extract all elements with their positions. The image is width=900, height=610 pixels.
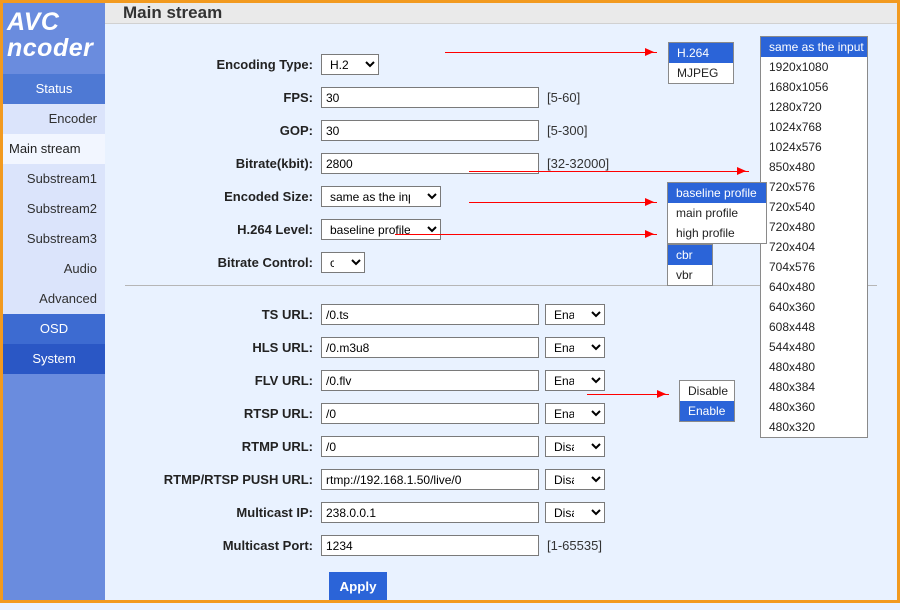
opt-size-13[interactable]: 640x360 <box>761 297 867 317</box>
arrow-icon <box>469 202 657 203</box>
rtsp-enable-select[interactable]: Enable <box>545 403 605 424</box>
sidebar-item-sub3[interactable]: Substream3 <box>3 224 105 254</box>
opt-size-1[interactable]: 1920x1080 <box>761 57 867 77</box>
sidebar-item-osd[interactable]: OSD <box>3 314 105 344</box>
hls-enable-select[interactable]: Enable <box>545 337 605 358</box>
opt-size-15[interactable]: 544x480 <box>761 337 867 357</box>
enable-disable-options[interactable]: Disable Enable <box>679 380 735 422</box>
lbl-push: RTMP/RTSP PUSH URL: <box>135 472 321 487</box>
lbl-bitrate: Bitrate(kbit): <box>135 156 321 171</box>
sidebar-item-encoder[interactable]: Encoder <box>3 104 105 134</box>
lbl-gop: GOP: <box>135 123 321 138</box>
opt-size-0[interactable]: same as the input <box>761 37 867 57</box>
ts-enable-select[interactable]: Enable <box>545 304 605 325</box>
opt-size-12[interactable]: 640x480 <box>761 277 867 297</box>
lbl-multi-ip: Multicast IP: <box>135 505 321 520</box>
logo-line1: AVC <box>7 8 59 36</box>
encoding-type-select[interactable]: H.264 <box>321 54 379 75</box>
arrow-icon <box>395 234 657 235</box>
opt-size-5[interactable]: 1024x576 <box>761 137 867 157</box>
lbl-fps: FPS: <box>135 90 321 105</box>
hint-fps: [5-60] <box>547 90 580 105</box>
opt-cbr[interactable]: cbr <box>668 245 712 265</box>
opt-size-3[interactable]: 1280x720 <box>761 97 867 117</box>
push-url-input[interactable] <box>321 469 539 490</box>
opt-size-6[interactable]: 850x480 <box>761 157 867 177</box>
lbl-enc-type: Encoding Type: <box>135 57 321 72</box>
sidebar-item-audio[interactable]: Audio <box>3 254 105 284</box>
bctrl-options[interactable]: cbr vbr <box>667 244 713 286</box>
flv-url-input[interactable] <box>321 370 539 391</box>
lbl-level: H.264 Level: <box>135 222 321 237</box>
rtmp-url-input[interactable] <box>321 436 539 457</box>
logo-line2: ncoder <box>7 34 93 62</box>
opt-disable[interactable]: Disable <box>680 381 734 401</box>
page-title: Main stream <box>105 3 897 24</box>
sidebar-item-advanced[interactable]: Advanced <box>3 284 105 314</box>
lbl-hls: HLS URL: <box>135 340 321 355</box>
lbl-rtmp: RTMP URL: <box>135 439 321 454</box>
sidebar-item-sub1[interactable]: Substream1 <box>3 164 105 194</box>
logo: AVC ncoder <box>3 3 105 74</box>
opt-size-7[interactable]: 720x576 <box>761 177 867 197</box>
fps-input[interactable] <box>321 87 539 108</box>
multicast-ip-input[interactable] <box>321 502 539 523</box>
lbl-multi-port: Multicast Port: <box>135 538 321 553</box>
encoded-size-select[interactable]: same as the input <box>321 186 441 207</box>
rtmp-enable-select[interactable]: Disable <box>545 436 605 457</box>
gop-input[interactable] <box>321 120 539 141</box>
lbl-rtsp: RTSP URL: <box>135 406 321 421</box>
opt-h264[interactable]: H.264 <box>669 43 733 63</box>
opt-vbr[interactable]: vbr <box>668 265 712 285</box>
opt-lvl-high[interactable]: high profile <box>668 223 766 243</box>
opt-lvl-main[interactable]: main profile <box>668 203 766 223</box>
opt-enable[interactable]: Enable <box>680 401 734 421</box>
opt-size-18[interactable]: 480x360 <box>761 397 867 417</box>
multicast-ip-enable-select[interactable]: Disable <box>545 502 605 523</box>
hint-gop: [5-300] <box>547 123 587 138</box>
rtsp-url-input[interactable] <box>321 403 539 424</box>
lbl-ts: TS URL: <box>135 307 321 322</box>
multicast-port-input[interactable] <box>321 535 539 556</box>
opt-size-9[interactable]: 720x480 <box>761 217 867 237</box>
opt-size-4[interactable]: 1024x768 <box>761 117 867 137</box>
sidebar-item-status[interactable]: Status <box>3 74 105 104</box>
level-options[interactable]: baseline profile main profile high profi… <box>667 182 767 244</box>
hint-bitrate: [32-32000] <box>547 156 609 171</box>
lbl-flv: FLV URL: <box>135 373 321 388</box>
arrow-icon <box>469 171 749 172</box>
opt-lvl-baseline[interactable]: baseline profile <box>668 183 766 203</box>
main-panel: Main stream Encoding Type: H.264 FPS: [5… <box>105 3 897 600</box>
arrow-icon <box>587 394 669 395</box>
bitrate-control-select[interactable]: cbr <box>321 252 365 273</box>
opt-size-16[interactable]: 480x480 <box>761 357 867 377</box>
flv-enable-select[interactable]: Enable <box>545 370 605 391</box>
sidebar-menu: Status Encoder Main stream Substream1 Su… <box>3 74 105 374</box>
opt-mjpeg[interactable]: MJPEG <box>669 63 733 83</box>
opt-size-19[interactable]: 480x320 <box>761 417 867 437</box>
arrow-icon <box>445 52 657 53</box>
sidebar: AVC ncoder Status Encoder Main stream Su… <box>3 3 105 600</box>
lbl-enc-size: Encoded Size: <box>135 189 321 204</box>
apply-button[interactable]: Apply <box>329 572 387 600</box>
sidebar-item-sub2[interactable]: Substream2 <box>3 194 105 224</box>
opt-size-14[interactable]: 608x448 <box>761 317 867 337</box>
sidebar-item-main-stream[interactable]: Main stream <box>3 134 105 164</box>
opt-size-11[interactable]: 704x576 <box>761 257 867 277</box>
push-enable-select[interactable]: Disable <box>545 469 605 490</box>
sidebar-item-system[interactable]: System <box>3 344 105 374</box>
encoding-type-options[interactable]: H.264 MJPEG <box>668 42 734 84</box>
encoded-size-options[interactable]: same as the input 1920x1080 1680x1056 12… <box>760 36 868 438</box>
hls-url-input[interactable] <box>321 337 539 358</box>
h264-level-select[interactable]: baseline profile <box>321 219 441 240</box>
form: Encoding Type: H.264 FPS: [5-60] GOP: [5… <box>105 24 897 610</box>
lbl-bctrl: Bitrate Control: <box>135 255 321 270</box>
hint-multiport: [1-65535] <box>547 538 602 553</box>
ts-url-input[interactable] <box>321 304 539 325</box>
opt-size-8[interactable]: 720x540 <box>761 197 867 217</box>
opt-size-10[interactable]: 720x404 <box>761 237 867 257</box>
opt-size-2[interactable]: 1680x1056 <box>761 77 867 97</box>
opt-size-17[interactable]: 480x384 <box>761 377 867 397</box>
